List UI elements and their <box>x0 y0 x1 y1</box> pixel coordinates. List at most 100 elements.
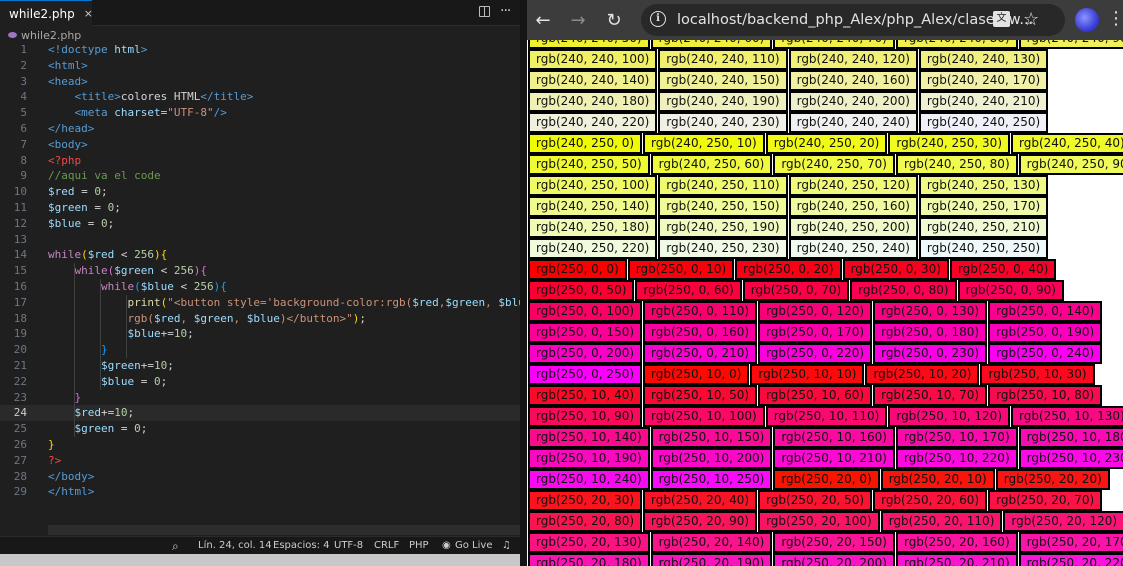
color-button[interactable]: rgb(250, 20, 60) <box>873 490 988 511</box>
color-button[interactable]: rgb(240, 240, 70) <box>773 40 895 49</box>
url-text[interactable]: localhost/backend_php_Alex/php_Alex/clas… <box>677 4 1033 36</box>
color-button[interactable]: rgb(250, 0, 90) <box>957 280 1064 301</box>
color-button[interactable]: rgb(240, 250, 80) <box>895 154 1018 175</box>
code-line[interactable]: 28 </body> <box>0 469 520 485</box>
zoom-icon[interactable]: ⌕ <box>172 537 179 555</box>
code-line[interactable]: 25 $green = 0; <box>0 421 520 437</box>
color-button[interactable]: rgb(240, 250, 250) <box>918 238 1049 259</box>
color-button[interactable]: rgb(250, 0, 50) <box>528 280 635 301</box>
color-button[interactable]: rgb(250, 10, 220) <box>895 448 1018 469</box>
code-line[interactable]: 17 print("<button style='background-colo… <box>0 295 520 311</box>
color-button[interactable]: rgb(250, 10, 140) <box>528 427 650 448</box>
color-button[interactable]: rgb(250, 10, 200) <box>650 448 773 469</box>
forward-arrow-icon[interactable]: → <box>564 6 592 34</box>
code-line[interactable]: 18 rgb($red, $green, $blue)</button>"); <box>0 311 520 327</box>
color-button[interactable]: rgb(250, 20, 170) <box>1018 532 1123 553</box>
color-button[interactable]: rgb(250, 10, 30) <box>980 364 1095 385</box>
color-button[interactable]: rgb(240, 250, 10) <box>643 133 765 154</box>
color-button[interactable]: rgb(240, 240, 200) <box>788 91 918 112</box>
color-button[interactable]: rgb(250, 0, 240) <box>988 343 1103 364</box>
color-button[interactable]: rgb(250, 20, 150) <box>773 532 895 553</box>
color-button[interactable]: rgb(250, 10, 40) <box>528 385 643 406</box>
color-button[interactable]: rgb(240, 250, 50) <box>528 154 650 175</box>
code-line[interactable]: 6 </head> <box>0 121 520 137</box>
color-button[interactable]: rgb(250, 20, 0) <box>773 469 880 490</box>
color-button[interactable]: rgb(250, 10, 100) <box>643 406 765 427</box>
horizontal-scrollbar[interactable] <box>48 525 520 535</box>
color-button[interactable]: rgb(240, 250, 70) <box>773 154 895 175</box>
color-button[interactable]: rgb(250, 20, 50) <box>758 490 873 511</box>
color-button[interactable]: rgb(250, 0, 60) <box>635 280 742 301</box>
browser-menu-icon[interactable]: ⋮ <box>1107 5 1123 33</box>
color-button[interactable]: rgb(240, 250, 110) <box>658 175 788 196</box>
code-line[interactable]: 20 } <box>0 342 520 358</box>
color-button[interactable]: rgb(250, 20, 210) <box>895 553 1018 566</box>
color-button[interactable]: rgb(250, 0, 120) <box>758 301 873 322</box>
code-line[interactable]: 15 while($green < 256){ <box>0 263 520 279</box>
color-button[interactable]: rgb(250, 0, 130) <box>873 301 988 322</box>
color-button[interactable]: rgb(250, 0, 40) <box>949 259 1057 280</box>
reload-icon[interactable]: ↻ <box>600 6 628 34</box>
color-button[interactable]: rgb(250, 0, 70) <box>742 280 850 301</box>
color-button[interactable]: rgb(240, 240, 190) <box>658 91 788 112</box>
color-button[interactable]: rgb(240, 240, 250) <box>918 112 1049 133</box>
color-button[interactable]: rgb(250, 10, 180) <box>1018 427 1123 448</box>
color-button[interactable]: rgb(250, 20, 200) <box>773 553 895 566</box>
color-button[interactable]: rgb(250, 10, 20) <box>865 364 980 385</box>
color-button[interactable]: rgb(240, 250, 170) <box>918 196 1049 217</box>
code-line[interactable]: 16 while($blue < 256){ <box>0 279 520 295</box>
color-button[interactable]: rgb(250, 0, 250) <box>528 364 643 385</box>
color-button[interactable]: rgb(250, 0, 0) <box>528 259 627 280</box>
site-info-icon[interactable]: i <box>650 11 666 27</box>
color-button[interactable]: rgb(240, 250, 120) <box>788 175 918 196</box>
color-button[interactable]: rgb(240, 240, 210) <box>918 91 1049 112</box>
color-button[interactable]: rgb(240, 240, 180) <box>528 91 658 112</box>
color-button[interactable]: rgb(250, 10, 190) <box>528 448 650 469</box>
color-button[interactable]: rgb(250, 0, 160) <box>643 322 758 343</box>
color-button[interactable]: rgb(240, 240, 130) <box>918 49 1049 70</box>
color-button[interactable]: rgb(250, 20, 180) <box>528 553 650 566</box>
profile-avatar[interactable] <box>1075 8 1099 32</box>
color-button[interactable]: rgb(250, 20, 160) <box>895 532 1018 553</box>
color-button[interactable]: rgb(240, 240, 220) <box>528 112 658 133</box>
color-button[interactable]: rgb(240, 250, 240) <box>788 238 918 259</box>
color-button[interactable]: rgb(250, 20, 100) <box>758 511 880 532</box>
color-button[interactable]: rgb(250, 10, 250) <box>650 469 773 490</box>
color-button[interactable]: rgb(250, 0, 100) <box>528 301 643 322</box>
color-button[interactable]: rgb(250, 20, 10) <box>880 469 995 490</box>
color-button[interactable]: rgb(250, 10, 240) <box>528 469 650 490</box>
color-button[interactable]: rgb(250, 10, 60) <box>758 385 873 406</box>
color-button[interactable]: rgb(250, 20, 220) <box>1018 553 1123 566</box>
color-button[interactable]: rgb(250, 10, 120) <box>888 406 1010 427</box>
color-button[interactable]: rgb(250, 10, 80) <box>988 385 1103 406</box>
code-area[interactable]: 1 <!doctype html> 2 <html> 3 <head> 4 <title>c… <box>0 42 520 500</box>
split-editor-icon[interactable] <box>479 6 490 17</box>
eol-status[interactable]: CRLF <box>374 537 399 555</box>
color-button[interactable]: rgb(250, 20, 110) <box>880 511 1003 532</box>
color-button[interactable]: rgb(250, 10, 230) <box>1018 448 1123 469</box>
color-button[interactable]: rgb(250, 20, 90) <box>643 511 758 532</box>
color-button[interactable]: rgb(240, 250, 200) <box>788 217 918 238</box>
color-button[interactable]: rgb(240, 240, 80) <box>895 40 1018 49</box>
color-button[interactable]: rgb(250, 0, 230) <box>873 343 988 364</box>
color-button[interactable]: rgb(240, 250, 210) <box>918 217 1049 238</box>
color-button[interactable]: rgb(250, 10, 0) <box>643 364 750 385</box>
color-button[interactable]: rgb(240, 240, 120) <box>788 49 918 70</box>
color-button[interactable]: rgb(250, 10, 150) <box>650 427 773 448</box>
color-button[interactable]: rgb(250, 20, 130) <box>528 532 650 553</box>
color-button[interactable]: rgb(250, 10, 50) <box>643 385 758 406</box>
code-line[interactable]: 1 <!doctype html> <box>0 42 520 58</box>
color-button[interactable]: rgb(240, 240, 240) <box>788 112 918 133</box>
code-line[interactable]: 11 $green = 0; <box>0 200 520 216</box>
close-tab-icon[interactable]: × <box>84 7 93 20</box>
color-button[interactable]: rgb(240, 240, 150) <box>658 70 788 91</box>
color-button[interactable]: rgb(250, 0, 200) <box>528 343 643 364</box>
editor-tab[interactable]: while2.php × <box>0 0 93 26</box>
code-line[interactable]: 26} <box>0 437 520 453</box>
color-button[interactable]: rgb(250, 0, 10) <box>627 259 735 280</box>
color-button[interactable]: rgb(250, 10, 160) <box>773 427 895 448</box>
color-button[interactable]: rgb(250, 0, 180) <box>873 322 988 343</box>
code-line[interactable]: 5 <meta charset="UTF-8"/> <box>0 105 520 121</box>
code-line[interactable]: 4 <title>colores HTML</title> <box>0 89 520 105</box>
color-button[interactable]: rgb(250, 10, 110) <box>765 406 888 427</box>
